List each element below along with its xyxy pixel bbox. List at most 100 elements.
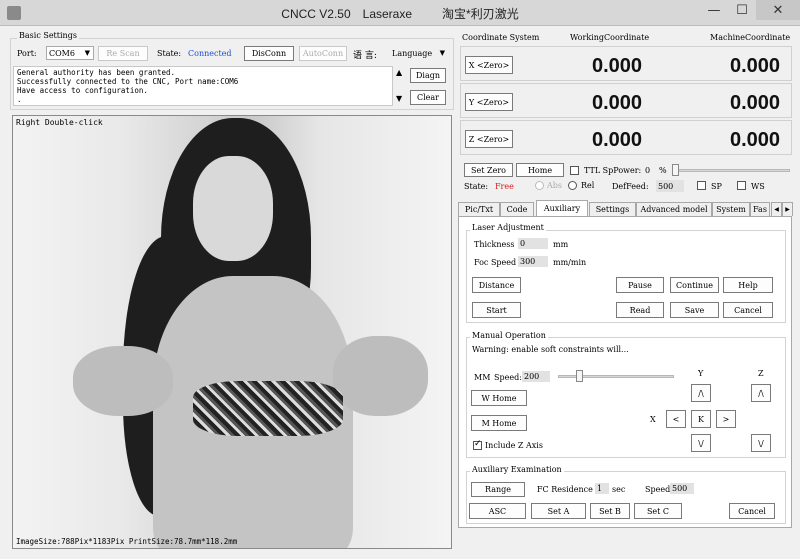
jog-z-up-button[interactable]: /\ [751, 384, 771, 402]
fc-residence-input[interactable]: 1 [595, 483, 609, 494]
x-machine-value: 0.000 [730, 55, 781, 77]
autoconnect-button[interactable]: AutoConn [299, 46, 347, 61]
ttl-checkbox[interactable] [570, 166, 579, 175]
ttl-value: 0 [645, 166, 651, 175]
scroll-up-icon[interactable]: ▲ [396, 68, 402, 77]
image-preview[interactable]: Right Double-click ImageSize:788Pix*1183… [12, 115, 452, 549]
tab-advanced-model[interactable]: Advanced model [636, 202, 712, 216]
tab-code[interactable]: Code [500, 202, 534, 216]
laser-adjustment-label: Laser Adjustment [470, 223, 546, 232]
set-zero-button[interactable]: Set Zero [464, 163, 513, 177]
jog-speed-input[interactable]: 200 [522, 371, 550, 382]
mm-label: MM [474, 373, 491, 382]
set-b-button[interactable]: Set B [590, 503, 630, 519]
coord-system-label: Coordinate System [462, 33, 540, 42]
image-caption: Right Double-click [16, 118, 103, 127]
abs-radio[interactable] [535, 181, 544, 190]
arm-shape [333, 336, 428, 416]
foc-speed-label: Foc Speed [474, 258, 517, 267]
save-button[interactable]: Save [670, 302, 719, 318]
cancel-button[interactable]: Cancel [723, 302, 773, 318]
help-button[interactable]: Help [723, 277, 773, 293]
arm-shape [73, 346, 173, 416]
m-home-button[interactable]: M Home [471, 415, 527, 431]
machine-coord-label: MachineCoordinate [710, 33, 791, 42]
state-label: State: [157, 49, 182, 58]
abs-label: Abs [547, 181, 563, 190]
jog-y-up-button[interactable]: /\ [691, 384, 711, 402]
range-button[interactable]: Range [471, 482, 525, 497]
jog-x-right-button[interactable]: > [716, 410, 736, 428]
asc-button[interactable]: ASC [469, 503, 526, 519]
bikini-shape [193, 381, 343, 436]
x-working-value: 0.000 [592, 55, 643, 77]
sp-power-slider[interactable] [672, 169, 790, 172]
y-machine-value: 0.000 [730, 92, 781, 114]
x-zero-button[interactable]: X <Zero> [465, 56, 513, 74]
tab-fas[interactable]: Fas [750, 202, 770, 216]
tab-settings[interactable]: Settings [589, 202, 636, 216]
thickness-unit: mm [553, 240, 569, 249]
start-button[interactable]: Start [472, 302, 521, 318]
x-axis-label: X [650, 415, 656, 424]
maximize-button[interactable]: ☐ [728, 0, 756, 20]
jog-z-down-button[interactable]: \/ [751, 434, 771, 452]
y-working-value: 0.000 [592, 92, 643, 114]
sp-power-slider-thumb[interactable] [672, 164, 679, 176]
manual-operation-label: Manual Operation [470, 331, 548, 340]
foc-speed-input[interactable]: 300 [518, 256, 548, 267]
fc-residence-label: FC Residence [537, 485, 593, 494]
jog-center-button[interactable]: K [691, 410, 711, 428]
home-button[interactable]: Home [516, 163, 564, 177]
set-c-button[interactable]: Set C [634, 503, 682, 519]
y-zero-button[interactable]: Y <Zero> [465, 93, 513, 111]
connection-state: Connected [188, 49, 232, 58]
ws-label: WS [751, 182, 765, 191]
scroll-down-icon[interactable]: ▼ [396, 94, 402, 103]
tab-scroll-left-icon[interactable]: ◀ [771, 202, 782, 216]
deffeed-input[interactable]: 500 [656, 180, 684, 192]
thickness-input[interactable]: 0 [518, 238, 548, 249]
close-button[interactable]: ✕ [756, 0, 800, 20]
rel-label: Rel [581, 181, 595, 190]
port-select[interactable]: COM6 ▼ [46, 46, 94, 60]
continue-button[interactable]: Continue [670, 277, 719, 293]
working-coord-label: WorkingCoordinate [570, 33, 650, 42]
w-home-button[interactable]: W Home [471, 390, 527, 406]
pause-button[interactable]: Pause [616, 277, 664, 293]
log-line: Have access to configuration. [17, 86, 148, 95]
tab-scroll-right-icon[interactable]: ▶ [782, 202, 793, 216]
distance-button[interactable]: Distance [472, 277, 521, 293]
soft-constraint-warning: Warning: enable soft constraints will... [472, 345, 629, 354]
ws-checkbox[interactable] [737, 181, 746, 190]
sp-checkbox[interactable] [697, 181, 706, 190]
fc-residence-unit: sec [612, 485, 626, 494]
minimize-button[interactable]: — [700, 0, 728, 20]
aux-speed-input[interactable]: 500 [670, 483, 694, 494]
diagn-button[interactable]: Diagn [410, 68, 446, 83]
z-machine-value: 0.000 [730, 129, 781, 151]
disconnect-button[interactable]: DisConn [244, 46, 294, 61]
rescan-button[interactable]: Re Scan [98, 46, 148, 61]
clear-button[interactable]: Clear [410, 90, 446, 105]
jog-y-down-button[interactable]: \/ [691, 434, 711, 452]
port-value: COM6 [49, 48, 75, 58]
window-title: CNCC V2.50 Laseraxe 淘宝*利刃激光 [0, 5, 800, 22]
jog-speed-slider-thumb[interactable] [576, 370, 583, 382]
machine-state: Free [495, 182, 514, 191]
set-a-button[interactable]: Set A [531, 503, 586, 519]
aux-examination-label: Auxiliary Examination [470, 465, 564, 474]
chevron-down-icon: ▼ [439, 49, 445, 57]
include-z-label: Include Z Axis [485, 441, 543, 450]
z-zero-button[interactable]: Z <Zero> [465, 130, 513, 148]
tab-pic-txt[interactable]: Pic/Txt [458, 202, 500, 216]
language-select[interactable]: Language ▼ [390, 46, 448, 60]
jog-x-left-button[interactable]: < [666, 410, 686, 428]
read-button[interactable]: Read [616, 302, 664, 318]
tab-system[interactable]: System [712, 202, 750, 216]
rel-radio[interactable] [568, 181, 577, 190]
tab-auxiliary[interactable]: Auxiliary [536, 200, 588, 216]
aux-cancel-button[interactable]: Cancel [729, 503, 775, 519]
include-z-checkbox[interactable] [473, 439, 482, 450]
language-label: 语 言: [353, 51, 377, 61]
